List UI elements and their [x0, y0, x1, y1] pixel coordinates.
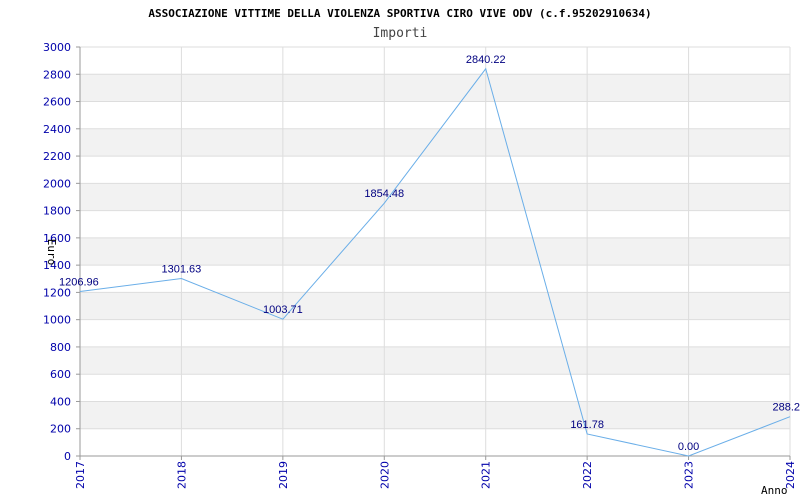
data-label-2019: 1003.71: [263, 304, 303, 316]
x-tick-label-2018: 2018: [175, 461, 188, 489]
x-tick-label-2021: 2021: [480, 461, 493, 489]
background-bands: [80, 74, 790, 429]
data-label-2023: 0.00: [678, 441, 699, 453]
x-axis-label: Anno: [761, 484, 788, 497]
y-tick-label-400: 400: [50, 395, 71, 408]
data-label-2021: 2840.22: [466, 54, 506, 66]
y-tick-label-2400: 2400: [43, 123, 71, 136]
data-label-2017: 1206.96: [59, 276, 99, 288]
data-label-2020: 1854.48: [364, 188, 404, 200]
data-label-2022: 161.78: [570, 419, 604, 431]
band-5: [80, 292, 790, 320]
x-tick-label-2020: 2020: [378, 461, 391, 489]
x-tick-label-2023: 2023: [683, 461, 696, 489]
x-tick-label-2017: 2017: [74, 461, 87, 489]
x-tick-labels: 2017 2018 2019 2020 2021 2022 2023 2024: [74, 456, 797, 489]
y-tick-label-2000: 2000: [43, 177, 71, 190]
chart-title: ASSOCIAZIONE VITTIME DELLA VIOLENZA SPOR…: [148, 7, 651, 20]
x-tick-label-2019: 2019: [277, 461, 290, 489]
y-tick-label-800: 800: [50, 341, 71, 354]
y-tick-label-2200: 2200: [43, 150, 71, 163]
chart-subtitle: Importi: [373, 26, 428, 41]
x-tick-label-2022: 2022: [581, 461, 594, 489]
data-label-2024: 288.2: [772, 402, 800, 414]
band-13: [80, 74, 790, 102]
y-tick-label-200: 200: [50, 423, 71, 436]
y-tick-label-2800: 2800: [43, 68, 71, 81]
band-7: [80, 237, 790, 266]
y-axis-label: Euro: [45, 239, 58, 266]
y-tick-label-1800: 1800: [43, 205, 71, 218]
y-tick-label-2600: 2600: [43, 96, 71, 109]
band-1: [80, 401, 790, 429]
y-tick-label-0: 0: [64, 450, 71, 463]
band-3: [80, 346, 790, 375]
y-tick-label-600: 600: [50, 368, 71, 381]
y-tick-label-3000: 3000: [43, 41, 71, 54]
band-11: [80, 128, 790, 157]
data-label-2018: 1301.63: [162, 264, 202, 276]
line-chart: 0200400600800100012001400160018002000220…: [43, 7, 800, 497]
band-9: [80, 183, 790, 211]
y-tick-label-1000: 1000: [43, 314, 71, 327]
